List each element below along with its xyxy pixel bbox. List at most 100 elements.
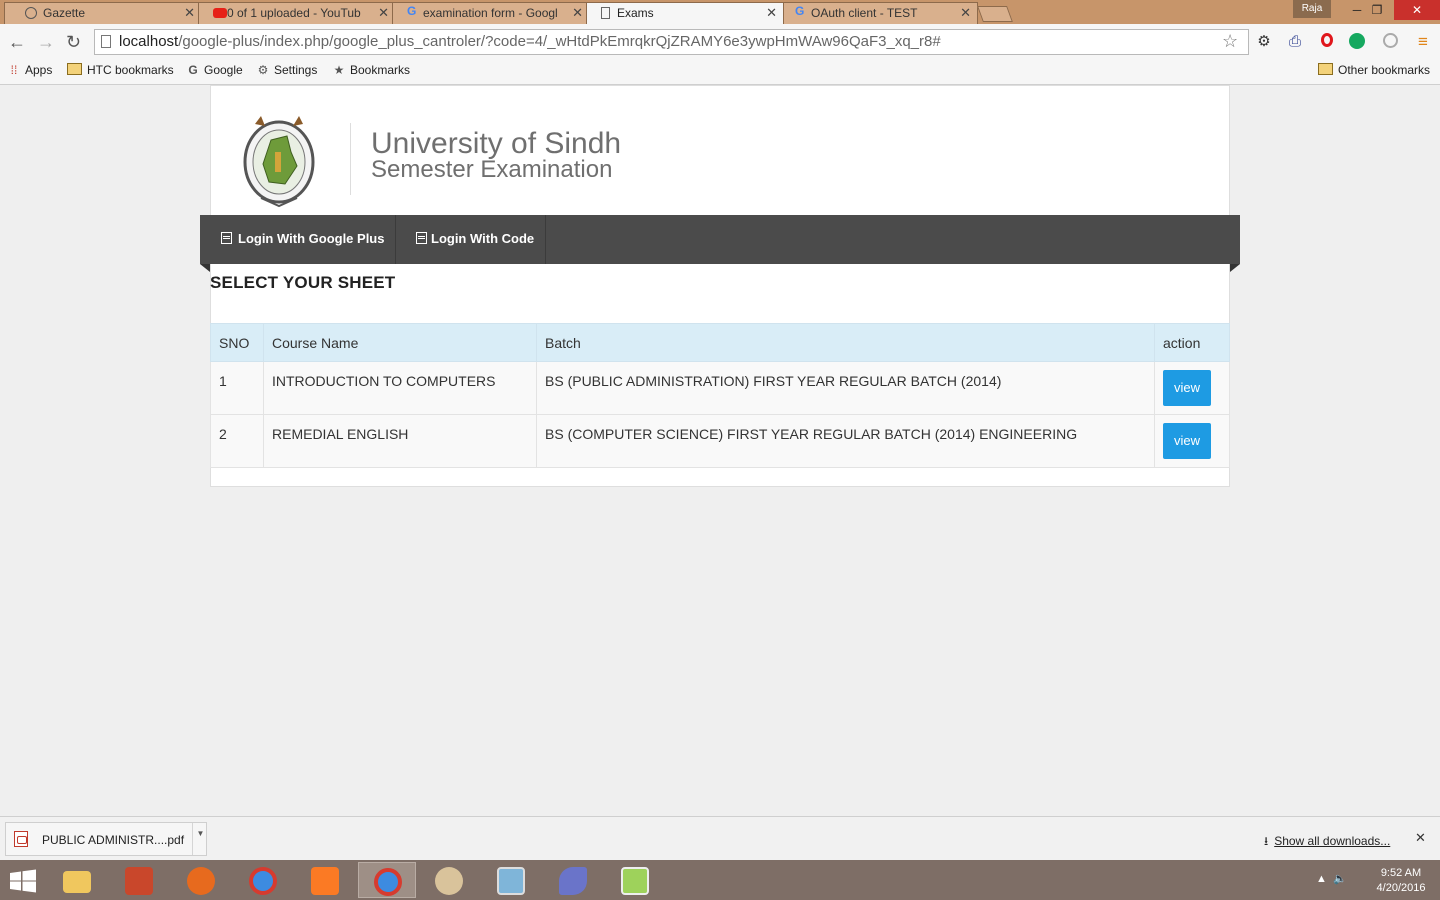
new-tab-button[interactable] — [977, 6, 1013, 22]
show-all-downloads-link[interactable]: ⭳ Show all downloads... — [1264, 832, 1390, 853]
dolphin-icon — [559, 867, 587, 895]
close-icon[interactable]: ✕ — [378, 5, 389, 21]
close-icon[interactable]: ✕ — [960, 5, 971, 21]
tab-exams[interactable]: Exams ✕ — [586, 2, 784, 24]
powerpoint-icon — [125, 867, 153, 895]
taskbar-firefox[interactable] — [172, 862, 230, 898]
opera-icon[interactable] — [1318, 33, 1336, 51]
taskbar-notepad[interactable] — [606, 862, 664, 898]
bookmark-apps[interactable]: ⁞⁞ Apps — [7, 63, 53, 77]
tab-title: 0 of 1 uploaded - YouTub — [227, 6, 361, 20]
restore-icon[interactable]: ❐ — [1362, 0, 1392, 20]
back-icon[interactable]: ← — [8, 32, 26, 53]
notepad-icon — [621, 867, 649, 895]
chrome-icon — [249, 867, 277, 895]
view-button[interactable]: view — [1163, 370, 1211, 406]
tab-gazette[interactable]: Gazette ✕ — [4, 2, 202, 24]
taskbar-powerpoint[interactable] — [110, 862, 168, 898]
print-icon[interactable]: ⎙ — [1286, 33, 1304, 51]
bookmark-star-icon[interactable]: ☆ — [1222, 31, 1238, 52]
chevron-down-icon[interactable]: ▼ — [192, 823, 208, 855]
gear-icon: ⚙ — [257, 63, 269, 77]
bookmarks-bar: ⁞⁞ Apps HTC bookmarks G Google ⚙ Settings ★… — [0, 60, 1440, 85]
download-filename: PUBLIC ADMINISTR....pdf — [42, 833, 185, 847]
site-navbar: Login With Google Plus Login With Code — [200, 215, 1240, 272]
tab-title: Gazette — [43, 6, 86, 20]
nav-label: Login With Code — [431, 231, 535, 246]
close-icon[interactable]: ✕ — [766, 5, 777, 21]
google-icon: G — [795, 4, 805, 18]
taskbar-file-explorer[interactable] — [48, 862, 106, 898]
cell-sno: 2 — [210, 414, 264, 468]
close-icon[interactable]: ✕ — [572, 5, 583, 21]
cell-sno: 1 — [210, 361, 264, 415]
bookmark-label: Google — [204, 63, 243, 77]
bookmark-label: Other bookmarks — [1338, 63, 1431, 77]
taskbar-chrome[interactable] — [234, 862, 292, 898]
column-header-sno: SNO — [210, 323, 264, 362]
tray-icons[interactable]: ▲ 🔈 — [1316, 872, 1347, 885]
bookmark-htc[interactable]: HTC bookmarks — [67, 63, 174, 77]
tab-title: OAuth client - TEST — [811, 6, 918, 20]
reload-icon[interactable]: ↻ — [66, 32, 81, 53]
menu-icon[interactable]: ≡ — [1414, 33, 1432, 51]
tab-title: Exams — [617, 6, 654, 20]
cell-course: REMEDIAL ENGLISH — [263, 414, 537, 468]
taskbar-remote-desktop[interactable] — [482, 862, 540, 898]
list-icon — [416, 232, 427, 244]
section-heading: SELECT YOUR SHEET — [210, 273, 396, 292]
taskbar-xampp[interactable] — [296, 862, 354, 898]
user-badge[interactable]: Raja — [1293, 0, 1331, 18]
list-icon — [221, 232, 232, 244]
page-content: University of Sindh Semester Examination… — [0, 85, 1440, 816]
table-row: 2 REMEDIAL ENGLISH BS (COMPUTER SCIENCE)… — [210, 414, 1230, 468]
windows-taskbar: ▲ 🔈 9:52 AM 4/20/2016 — [0, 860, 1440, 900]
bookmark-other[interactable]: Other bookmarks — [1318, 63, 1430, 77]
extension-gray-icon[interactable] — [1381, 33, 1399, 51]
taskbar-dolphin-app[interactable] — [544, 862, 602, 898]
close-icon[interactable]: ✕ — [1415, 830, 1426, 846]
youtube-icon — [213, 8, 227, 18]
bookmark-label: Bookmarks — [350, 63, 411, 77]
table-row: 1 INTRODUCTION TO COMPUTERS BS (PUBLIC A… — [210, 361, 1230, 415]
nav-login-google-plus[interactable]: Login With Google Plus — [200, 215, 396, 264]
url-path: /google-plus/index.php/google_plus_cantr… — [178, 33, 941, 50]
address-bar[interactable]: localhost/google-plus/index.php/google_p… — [94, 29, 1249, 55]
cell-action: view — [1154, 414, 1230, 468]
taskbar-paint[interactable] — [420, 862, 478, 898]
star-icon: ★ — [333, 63, 345, 77]
system-clock[interactable]: 9:52 AM 4/20/2016 — [1366, 866, 1436, 896]
nav-label: Login With Google Plus — [238, 231, 385, 246]
column-header-batch: Batch — [536, 323, 1155, 362]
paint-palette-icon — [435, 867, 463, 895]
forward-icon[interactable]: → — [37, 32, 55, 53]
bookmark-bookmarks[interactable]: ★ Bookmarks — [332, 63, 410, 77]
download-item[interactable]: PUBLIC ADMINISTR....pdf ▼ — [5, 822, 207, 856]
folder-icon — [1318, 63, 1333, 75]
bookmark-label: HTC bookmarks — [87, 63, 174, 77]
clock-time: 9:52 AM — [1380, 867, 1422, 879]
grammarly-new-icon[interactable] — [1348, 33, 1366, 51]
tab-oauth-client[interactable]: G OAuth client - TEST ✕ — [780, 2, 978, 24]
bookmark-label: Settings — [274, 63, 318, 77]
clock-date: 4/20/2016 — [1376, 882, 1426, 894]
taskbar-chrome-active[interactable] — [358, 862, 416, 898]
nav-login-code[interactable]: Login With Code — [396, 215, 546, 264]
tab-youtube[interactable]: 0 of 1 uploaded - YouTub ✕ — [198, 2, 396, 24]
xampp-icon — [311, 867, 339, 895]
gear-icon[interactable]: ⚙ — [1255, 33, 1273, 51]
view-button[interactable]: view — [1163, 423, 1211, 459]
bookmark-settings[interactable]: ⚙ Settings — [256, 63, 318, 77]
windows-start-icon[interactable] — [8, 869, 38, 893]
bookmark-google[interactable]: G Google — [186, 63, 243, 77]
tab-examination-form[interactable]: G examination form - Googl ✕ — [392, 2, 590, 24]
page-icon — [601, 7, 610, 19]
gazette-icon — [25, 7, 37, 19]
window-close-icon[interactable]: ✕ — [1394, 0, 1440, 20]
ribbon-fold — [200, 264, 210, 272]
browser-tab-strip: Gazette ✕ 0 of 1 uploaded - YouTub ✕ G e… — [0, 0, 1440, 24]
close-icon[interactable]: ✕ — [184, 5, 195, 21]
column-header-course: Course Name — [263, 323, 537, 362]
cell-action: view — [1154, 361, 1230, 415]
downloads-shelf: PUBLIC ADMINISTR....pdf ▼ ⭳ Show all down… — [0, 816, 1440, 861]
